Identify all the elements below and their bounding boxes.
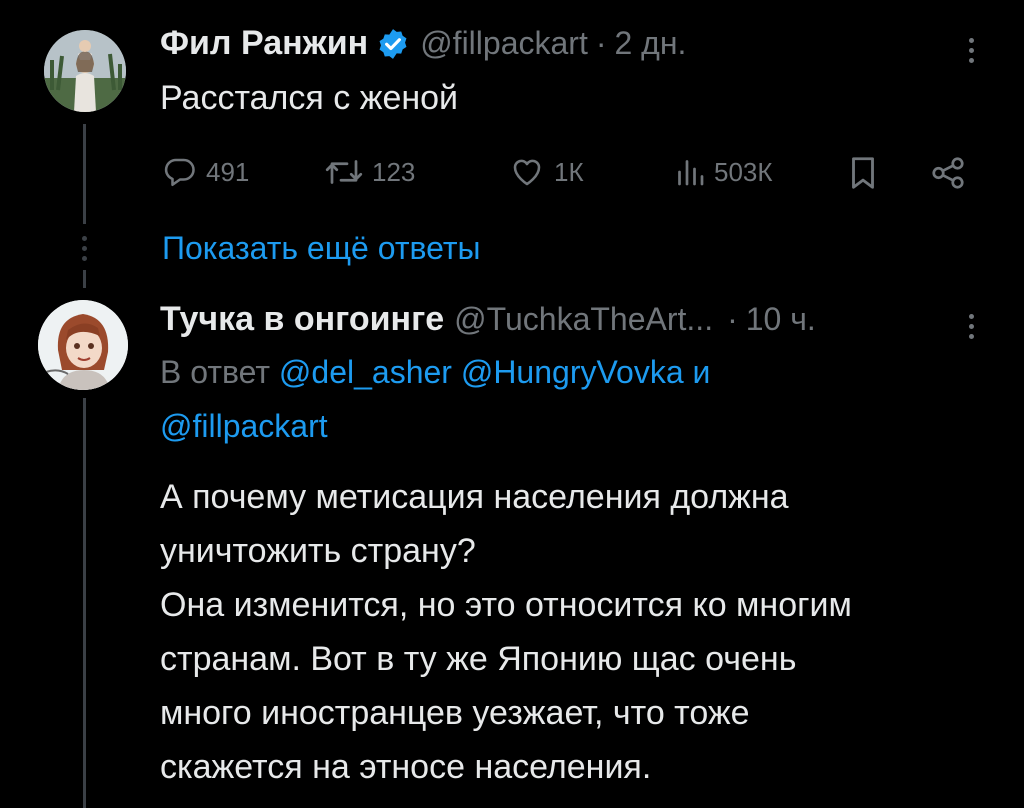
reply-meta-separator: · (727, 301, 738, 337)
like-count: 1К (554, 156, 584, 187)
thread-line-lower (83, 270, 86, 288)
retweet-icon (325, 160, 363, 184)
views-button[interactable]: 503К (674, 154, 773, 190)
mention-del-asher[interactable]: @del_asher (279, 354, 452, 390)
verified-badge-icon (379, 28, 407, 59)
like-button[interactable]: 1К (508, 154, 584, 190)
more-dot (968, 57, 974, 63)
more-dot (968, 47, 974, 53)
avatar-fillpackart[interactable] (44, 30, 126, 112)
author-handle[interactable]: @fillpackart (420, 25, 588, 62)
reply-text-line: странам. Вот в ту же Японию щас очень (160, 640, 797, 678)
retweet-count: 123 (372, 156, 416, 187)
reply-to-line: В ответ @del_asher @HungryVovka и (160, 354, 710, 391)
reply-author-name[interactable]: Тучка в онгоинге (160, 300, 444, 339)
more-dot (968, 313, 974, 319)
share-icon (932, 157, 964, 189)
heart-icon (513, 159, 541, 186)
bookmark-icon (852, 157, 874, 189)
reply-button[interactable]: 491 (162, 154, 249, 190)
views-count: 503К (714, 156, 773, 187)
reply-prefix: В ответ (160, 354, 271, 390)
reply-text-line: Она изменится, но это относится ко многи… (160, 586, 852, 624)
reply-text-line: уничтожить страну? (160, 532, 476, 570)
tweet-text: Расстался с женой (160, 79, 459, 117)
avatar-photo-icon (44, 30, 126, 112)
thread-connector-dots (82, 236, 87, 261)
reply-thread-line (83, 398, 86, 808)
reply-icon (164, 158, 195, 187)
tweet-more-button[interactable] (956, 30, 986, 70)
share-button[interactable] (928, 154, 968, 197)
reply-text-line: скажется на этносе населения. (160, 748, 652, 786)
more-dot (968, 37, 974, 43)
reply-text-line: много иностранцев уезжает, что тоже (160, 694, 750, 732)
mention-hungryvovka[interactable]: @HungryVovka (461, 354, 684, 390)
thread-line (83, 124, 86, 224)
mention-fillpackart[interactable]: @fillpackart (160, 408, 328, 445)
avatar-drawing-icon (38, 300, 128, 390)
avatar-tuchkatheart[interactable] (38, 300, 128, 390)
mention-conjunction: и (692, 354, 711, 390)
reply-text: А почему метисация населения должна унич… (160, 470, 1000, 794)
retweet-button[interactable]: 123 (324, 154, 415, 190)
bookmark-button[interactable] (846, 154, 880, 197)
show-more-replies-link[interactable]: Показать ещё ответы (162, 230, 481, 267)
tweet-time[interactable]: 2 дн. (614, 25, 686, 62)
meta-separator: · (595, 25, 607, 61)
tweet-header: Фил Ранжин @fillpackart · 2 дн. (160, 24, 686, 63)
author-name[interactable]: Фил Ранжин (160, 24, 368, 63)
reply-header: Тучка в онгоинге @TuchkaTheArt... · 10 ч… (160, 300, 816, 339)
reply-more-button[interactable] (956, 306, 986, 346)
more-dot (968, 333, 974, 339)
reply-count: 491 (206, 156, 250, 187)
more-dot (968, 323, 974, 329)
views-chart-icon (678, 160, 704, 186)
reply-author-handle[interactable]: @TuchkaTheArt... (454, 301, 713, 338)
reply-text-line: А почему метисация населения должна (160, 478, 789, 516)
reply-time[interactable]: 10 ч. (746, 301, 816, 338)
